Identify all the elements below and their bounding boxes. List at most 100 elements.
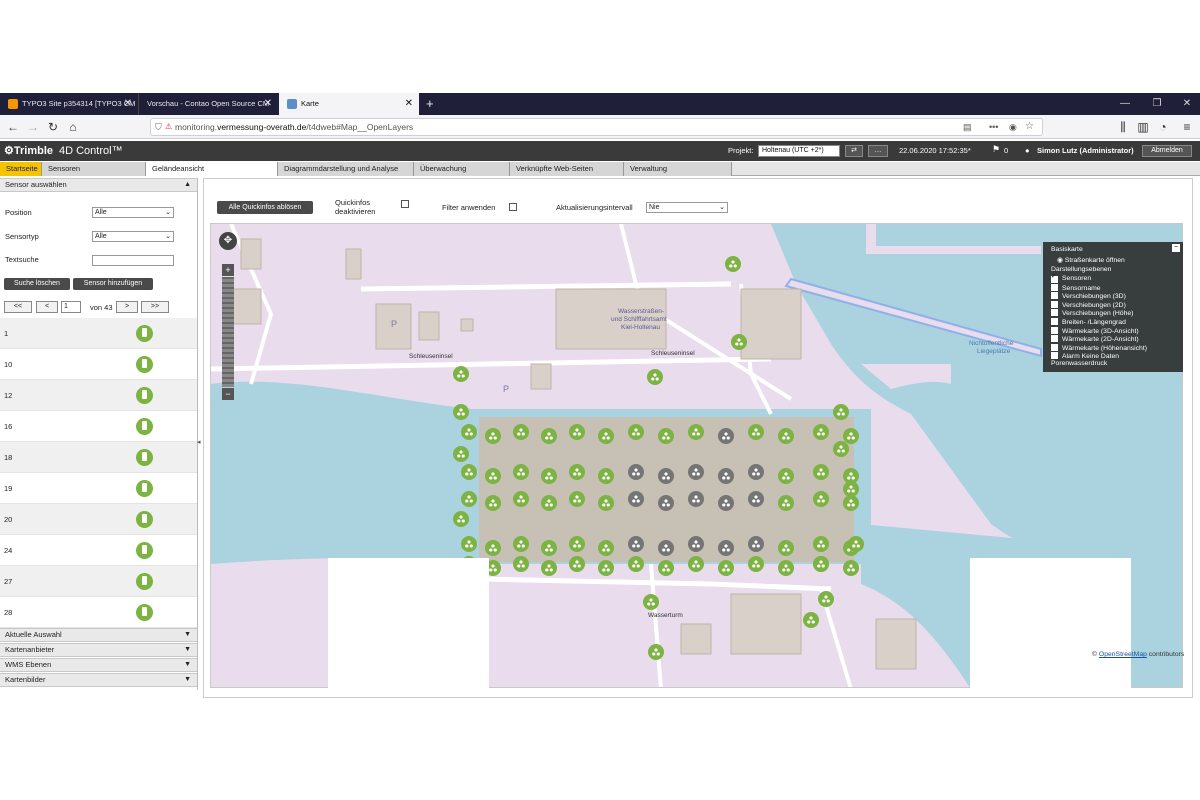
accordion-kartenanbieter[interactable]: Kartenanbieter ▼ (0, 643, 197, 657)
accordion-wms-ebenen[interactable]: WMS Ebenen ▼ (0, 658, 197, 672)
layer-item[interactable]: Sensoren (1051, 275, 1091, 283)
forward-arrow-icon[interactable]: → (24, 118, 42, 136)
back-arrow-icon[interactable]: ← (4, 118, 22, 136)
sensor-marker-icon[interactable] (813, 424, 829, 440)
pager-last-button[interactable]: >> (141, 301, 169, 313)
checkbox-icon[interactable] (1051, 292, 1058, 300)
sensor-marker-icon[interactable] (778, 428, 794, 444)
url-bar[interactable]: ⛉ ⚠ monitoring.vermessung-overath.de/t4d… (150, 118, 1043, 136)
pager-page-input[interactable]: 1 (61, 301, 81, 313)
sensor-marker-icon[interactable] (843, 560, 859, 576)
sensor-marker-icon[interactable] (778, 560, 794, 576)
sensor-marker-icon[interactable] (813, 464, 829, 480)
sensor-marker-icon[interactable] (748, 491, 764, 507)
sensor-select-header[interactable]: Sensor auswählen ▲ (0, 178, 197, 192)
sensor-marker-icon[interactable] (513, 464, 529, 480)
sensor-marker-icon[interactable] (813, 556, 829, 572)
sensor-marker-icon[interactable] (643, 594, 659, 610)
browser-tab-contao[interactable]: Vorschau - Contao Open Source CM ✕ (138, 93, 278, 115)
add-sensor-button[interactable]: Sensor hinzufügen (73, 278, 153, 290)
sensor-marker-icon[interactable] (688, 424, 704, 440)
library-icon[interactable]: ⫼ (1114, 118, 1132, 136)
sensor-marker-icon[interactable] (731, 334, 747, 350)
window-close-icon[interactable]: ✕ (1172, 93, 1200, 115)
sensor-marker-icon[interactable] (453, 446, 469, 462)
sensor-marker-icon[interactable] (513, 536, 529, 552)
sensor-marker-icon[interactable] (658, 468, 674, 484)
sensor-marker-icon[interactable] (598, 540, 614, 556)
checkbox-icon[interactable] (1051, 300, 1058, 308)
layer-item[interactable]: Sensorname (1051, 283, 1101, 292)
sensor-marker-icon[interactable] (628, 491, 644, 507)
pan-control-icon[interactable]: ✥ (219, 232, 237, 250)
sensor-marker-icon[interactable] (648, 644, 664, 660)
collapse-panel-icon[interactable]: ◂ (197, 438, 201, 446)
close-icon[interactable]: ✕ (405, 93, 413, 115)
sensor-marker-icon[interactable] (628, 464, 644, 480)
sensor-row[interactable]: 12 (0, 380, 197, 411)
sensor-marker-icon[interactable] (513, 556, 529, 572)
sensor-marker-icon[interactable] (848, 536, 864, 552)
sensor-marker-icon[interactable] (569, 556, 585, 572)
sensor-marker-icon[interactable] (748, 536, 764, 552)
bookmark-star-icon[interactable]: ☆ (1025, 119, 1034, 135)
more-button[interactable]: … (868, 145, 888, 157)
sensor-row[interactable]: 28 (0, 597, 197, 628)
quickinfos-checkbox[interactable] (401, 200, 409, 208)
tab-diagramm[interactable]: Diagrammdarstellung und Analyse (278, 162, 414, 176)
sensor-row[interactable]: 20 (0, 504, 197, 535)
sensor-marker-icon[interactable] (569, 424, 585, 440)
sensor-marker-icon[interactable] (485, 540, 501, 556)
tab-sensoren[interactable]: Sensoren (42, 162, 146, 176)
sensor-marker-icon[interactable] (658, 495, 674, 511)
checkbox-icon[interactable] (1051, 343, 1058, 351)
sensor-marker-icon[interactable] (688, 491, 704, 507)
layer-item[interactable]: Wärmekarte (Höhenansicht) (1051, 343, 1147, 352)
sensor-marker-icon[interactable] (718, 428, 734, 444)
sensor-marker-icon[interactable] (541, 560, 557, 576)
sensor-marker-icon[interactable] (658, 560, 674, 576)
minimize-layer-panel-icon[interactable]: − (1172, 244, 1180, 252)
sensor-marker-icon[interactable] (541, 495, 557, 511)
sensor-marker-icon[interactable] (485, 428, 501, 444)
sensor-marker-icon[interactable] (813, 491, 829, 507)
sensor-marker-icon[interactable] (569, 536, 585, 552)
layer-item[interactable]: Wärmekarte (3D-Ansicht) (1051, 326, 1139, 335)
sidebar-icon[interactable]: ▥ (1134, 118, 1152, 136)
sensor-marker-icon[interactable] (718, 560, 734, 576)
textsuche-input[interactable] (92, 255, 174, 266)
sensor-marker-icon[interactable] (485, 495, 501, 511)
sensor-marker-icon[interactable] (818, 591, 834, 607)
openstreetmap-link[interactable]: OpenStreetMap (1099, 651, 1147, 658)
tab-ueberwachung[interactable]: Überwachung (414, 162, 510, 176)
sensor-marker-icon[interactable] (453, 404, 469, 420)
sensor-marker-icon[interactable] (513, 491, 529, 507)
tab-web-seiten[interactable]: Verknüpfte Web-Seiten (510, 162, 624, 176)
pager-prev-button[interactable]: < (36, 301, 58, 313)
reload-icon[interactable]: ↻ (44, 118, 62, 136)
logout-button[interactable]: Abmelden (1142, 145, 1192, 157)
browser-tab-typo3[interactable]: TYPO3 Site p354314 [TYPO3 CM ✕ (0, 93, 138, 115)
detach-quickinfos-button[interactable]: Alle Quickinfos ablösen (217, 201, 313, 214)
close-icon[interactable]: ✕ (264, 93, 272, 115)
sensor-marker-icon[interactable] (718, 495, 734, 511)
sensor-marker-icon[interactable] (843, 495, 859, 511)
sensor-marker-icon[interactable] (569, 464, 585, 480)
zoom-slider[interactable] (222, 277, 234, 387)
sensor-marker-icon[interactable] (461, 491, 477, 507)
layer-item[interactable]: Verschiebungen (3D) (1051, 292, 1126, 300)
sensor-marker-icon[interactable] (485, 468, 501, 484)
sensor-marker-icon[interactable] (541, 468, 557, 484)
reader-icon[interactable]: ▤ (963, 119, 972, 135)
sensor-marker-icon[interactable] (688, 464, 704, 480)
sensor-marker-icon[interactable] (688, 556, 704, 572)
sensor-marker-icon[interactable] (647, 369, 663, 385)
sensor-marker-icon[interactable] (513, 424, 529, 440)
sensor-marker-icon[interactable] (748, 556, 764, 572)
layer-basemap-radio[interactable]: ◉ Straßenkarte öffnen (1057, 256, 1125, 264)
sensor-row[interactable]: 24 (0, 535, 197, 566)
sensor-marker-icon[interactable] (803, 612, 819, 628)
sensor-marker-icon[interactable] (628, 536, 644, 552)
account-icon[interactable]: ◔ (1154, 118, 1172, 136)
accordion-kartenbilder[interactable]: Kartenbilder ▼ (0, 673, 197, 687)
